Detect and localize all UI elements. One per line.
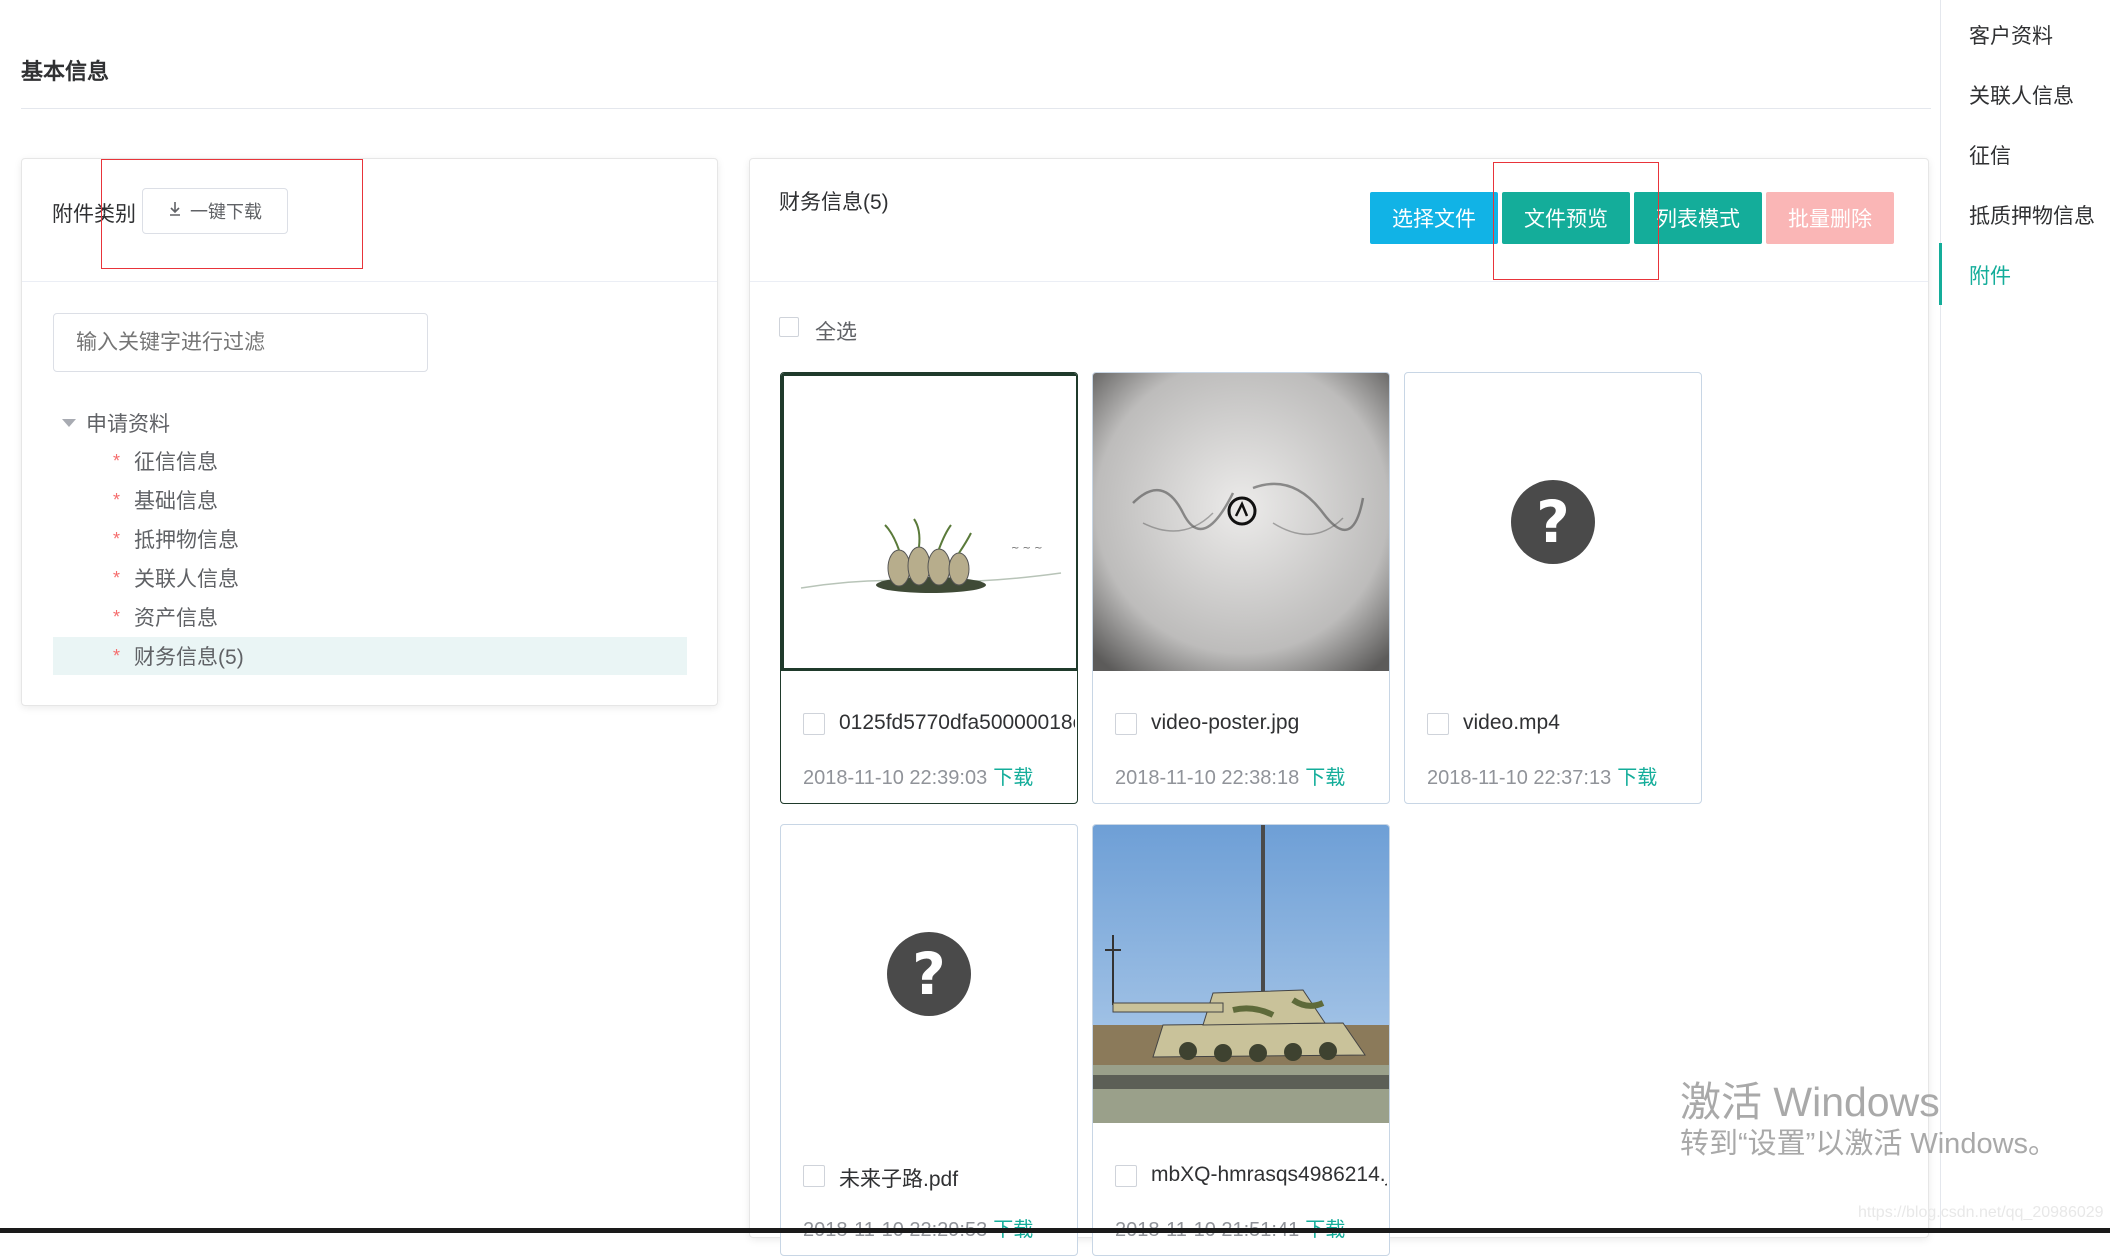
tree-node-label: 关联人信息 (134, 568, 240, 591)
download-link[interactable]: 下载 (993, 767, 1033, 789)
question-mark-icon: ? (887, 932, 971, 1016)
nav-rail (1940, 0, 1941, 1233)
required-asterisk: * (113, 567, 121, 588)
file-name: video-poster.jpg (1151, 711, 1300, 734)
nav-active-indicator (1939, 243, 1942, 305)
windows-activation-subtitle: 转到“设置”以激活 Windows。 (1680, 1128, 2058, 1160)
file-meta: 2018-11-10 22:38:18 下载 (1115, 761, 1345, 790)
file-name: video.mp4 (1463, 711, 1560, 734)
tree-node-application-materials[interactable]: 申请资料 (62, 408, 170, 438)
nav-item-credit[interactable]: 征信 (1969, 140, 2011, 170)
tree-node-label: 征信信息 (134, 451, 219, 474)
section-divider (21, 108, 1931, 109)
tree-node-related-person[interactable]: * 关联人信息 (113, 563, 239, 593)
file-thumbnail[interactable] (1093, 373, 1389, 671)
file-card[interactable]: ~ ~ ~ 0125fd5770dfa50000018c 2018-11-10 … (780, 372, 1078, 804)
required-asterisk: * (113, 489, 121, 510)
svg-text:~ ~ ~: ~ ~ ~ (1011, 543, 1043, 554)
file-checkbox[interactable] (1427, 713, 1449, 735)
taskbar-edge (0, 1228, 2110, 1233)
file-thumbnail[interactable]: ~ ~ ~ (781, 373, 1077, 674)
tree-node-label: 财务信息(5) (134, 646, 244, 669)
file-timestamp: 2018-11-10 22:38:18 (1115, 767, 1300, 789)
file-meta: 2018-11-10 22:37:13 下载 (1427, 761, 1657, 790)
panel-title: 财务信息(5) (779, 191, 889, 214)
tree-node-financial[interactable]: * 财务信息(5) (113, 641, 244, 671)
file-timestamp: 2018-11-10 22:37:13 (1427, 767, 1612, 789)
file-thumbnail[interactable] (1093, 825, 1389, 1123)
file-name: 未来子路.pdf (839, 1168, 959, 1191)
file-name: 0125fd5770dfa50000018c (839, 711, 1075, 734)
download-link[interactable]: 下载 (1617, 767, 1657, 789)
tree-node-assets[interactable]: * 资产信息 (113, 602, 218, 632)
download-link[interactable]: 下载 (1305, 767, 1345, 789)
panel-header-divider (22, 281, 717, 282)
filter-input[interactable] (53, 313, 428, 372)
file-card[interactable]: video-poster.jpg 2018-11-10 22:38:18 下载 (1092, 372, 1390, 804)
tree-root-label: 申请资料 (86, 413, 170, 436)
file-checkbox[interactable] (1115, 1165, 1137, 1187)
select-file-button[interactable]: 选择文件 (1370, 192, 1498, 244)
nav-item-collateral[interactable]: 抵质押物信息 (1969, 200, 2095, 230)
section-title: 基本信息 (21, 59, 110, 84)
file-card[interactable]: ? video.mp4 2018-11-10 22:37:13 下载 (1404, 372, 1702, 804)
source-url-watermark: https://blog.csdn.net/qq_20986029 (1858, 1204, 2104, 1221)
file-card[interactable]: mbXQ-hmrasqs4986214.j 2018-11-10 21:51:4… (1092, 824, 1390, 1256)
nav-item-customer-info[interactable]: 客户资料 (1969, 20, 2053, 50)
select-all-checkbox[interactable] (779, 317, 799, 337)
tree-node-credit[interactable]: * 征信信息 (113, 446, 218, 476)
file-checkbox[interactable] (1115, 713, 1137, 735)
tree-node-basic[interactable]: * 基础信息 (113, 485, 218, 515)
required-asterisk: * (113, 606, 121, 627)
annotation-highlight-box (101, 159, 363, 269)
file-checkbox[interactable] (803, 713, 825, 735)
file-meta: 2018-11-10 22:39:03 下载 (803, 761, 1033, 790)
required-asterisk: * (113, 450, 121, 471)
file-name: mbXQ-hmrasqs4986214.j (1151, 1163, 1387, 1186)
file-timestamp: 2018-11-10 22:39:03 (803, 767, 988, 789)
caret-down-icon (62, 419, 76, 427)
annotation-highlight-box (1493, 162, 1659, 280)
panel-header-divider (750, 281, 1928, 282)
windows-activation-title: 激活 Windows (1680, 1079, 1940, 1125)
tree-node-label: 资产信息 (134, 607, 219, 630)
tree-node-label: 抵押物信息 (134, 529, 240, 552)
nav-item-attachments[interactable]: 附件 (1969, 260, 2011, 290)
file-checkbox[interactable] (803, 1165, 825, 1187)
file-thumbnail[interactable]: ? (1405, 373, 1701, 671)
nav-item-related-person[interactable]: 关联人信息 (1969, 80, 2074, 110)
file-thumbnail[interactable]: ? (781, 825, 1077, 1123)
batch-delete-button[interactable]: 批量删除 (1766, 192, 1894, 244)
tree-node-collateral[interactable]: * 抵押物信息 (113, 524, 239, 554)
required-asterisk: * (113, 528, 121, 549)
select-all-label: 全选 (815, 321, 857, 344)
tree-node-label: 基础信息 (134, 490, 219, 513)
file-card[interactable]: ? 未来子路.pdf 2018-11-10 22:29:53下载 (780, 824, 1078, 1256)
required-asterisk: * (113, 645, 121, 666)
question-mark-icon: ? (1511, 480, 1595, 564)
